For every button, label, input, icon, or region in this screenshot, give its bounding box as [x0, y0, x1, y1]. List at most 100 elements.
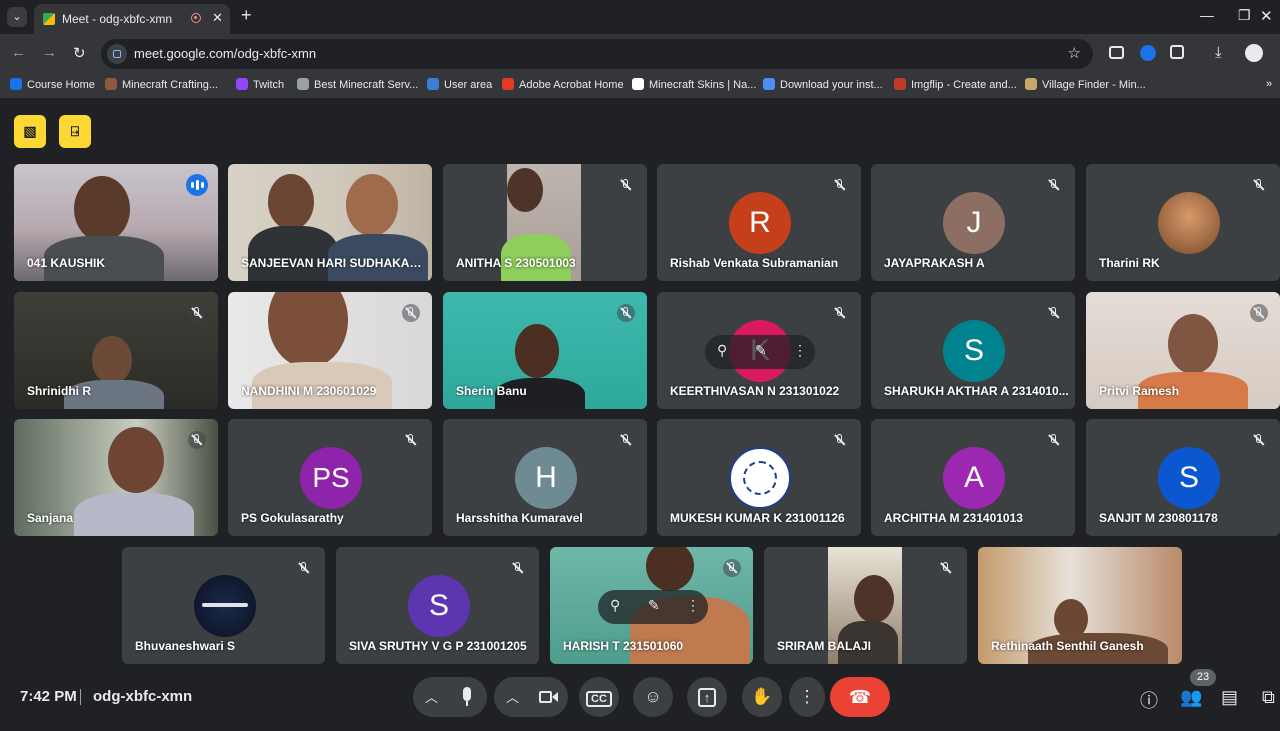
site-info-icon[interactable] [107, 44, 127, 64]
participant-name: Rethinaath Senthil Ganesh [991, 639, 1144, 653]
microphone-button[interactable] [447, 677, 487, 717]
bookmarks-bar: Course Home Minecraft Crafting... Twitch… [0, 74, 1280, 98]
participant-tile[interactable]: 041 KAUSHIK [14, 164, 218, 281]
person-head [346, 174, 398, 236]
participant-tile[interactable]: ANITHA S 230501003 [443, 164, 647, 281]
participant-tile[interactable]: Pritvi Ramesh [1086, 292, 1280, 409]
muted-mic-icon [831, 304, 849, 322]
more-options-icon[interactable]: ⋮ [793, 342, 807, 359]
browser-toolbar: ← → ↻ meet.google.com/odg-xbfc-xmn ☆ ⤓ [0, 34, 1280, 74]
bookmark-item[interactable]: Minecraft Skins | Na... [632, 78, 756, 91]
bookmark-item[interactable]: Adobe Acrobat Home [502, 78, 624, 91]
participant-tile[interactable]: J JAYAPRAKASH A [871, 164, 1075, 281]
microphone-stand [466, 701, 468, 706]
meeting-details-icon[interactable]: ⓘ [1140, 687, 1158, 713]
browser-tab[interactable]: Meet - odg-xbfc-xmn ✕ [34, 4, 230, 34]
video-control-group: ︿ [494, 677, 568, 717]
participant-tile[interactable]: K ⚲ ✎ ⋮ KEERTHIVASAN N 231301022 [657, 292, 861, 409]
participant-name: NANDHINI M 230601029 [241, 384, 377, 398]
tab-strip: ⌄ Meet - odg-xbfc-xmn ✕ + — ❐ ✕ [0, 0, 1280, 34]
participant-tile[interactable]: H Harsshitha Kumaravel [443, 419, 647, 536]
participant-tile[interactable]: Tharini RK [1086, 164, 1280, 281]
more-bookmarks-icon[interactable]: » [1266, 78, 1272, 90]
bookmark-item[interactable]: User area [427, 78, 492, 91]
downloads-icon[interactable]: ⤓ [1215, 44, 1222, 61]
person-head [854, 575, 894, 623]
reload-button[interactable]: ↻ [73, 44, 86, 62]
bookmark-item[interactable]: Best Minecraft Serv... [297, 78, 418, 91]
participant-tile[interactable]: Shrinidhi R [14, 292, 218, 409]
profile-avatar[interactable] [1245, 44, 1263, 62]
reading-mode-icon[interactable] [1109, 46, 1124, 59]
bookmark-item[interactable]: Village Finder - Min... [1025, 78, 1146, 91]
bookmark-item[interactable]: Download your inst... [763, 78, 883, 91]
participant-tile[interactable]: S SANJIT M 230801178 [1086, 419, 1280, 536]
video-options-button[interactable]: ︿ [506, 687, 519, 706]
participant-tile[interactable]: PS PS Gokulasarathy [228, 419, 432, 536]
participant-tile[interactable]: A ARCHITHA M 231401013 [871, 419, 1075, 536]
participant-tile[interactable]: R Rishab Venkata Subramanian [657, 164, 861, 281]
chat-icon[interactable]: ▤ [1221, 687, 1238, 708]
bookmark-item[interactable]: Course Home [10, 78, 95, 91]
muted-mic-icon [617, 304, 635, 322]
bookmark-item[interactable]: Twitch [236, 78, 284, 91]
camera-button[interactable] [528, 677, 568, 717]
more-options-button[interactable]: ⋮ [789, 677, 825, 717]
people-icon[interactable]: 👥 [1180, 687, 1202, 708]
activities-icon[interactable]: ⧉ [1262, 687, 1275, 708]
reactions-button[interactable]: ☺ [633, 677, 673, 717]
more-options-icon[interactable]: ⋮ [686, 597, 700, 614]
participant-logo-emblem [729, 447, 791, 509]
extensions-puzzle-icon[interactable] [1170, 45, 1184, 59]
new-tab-button[interactable]: + [241, 5, 252, 26]
url-text[interactable]: meet.google.com/odg-xbfc-xmn [134, 46, 316, 61]
participant-name: Rishab Venkata Subramanian [670, 256, 839, 270]
companion-mode-icon[interactable]: ⍈ [59, 115, 91, 148]
person-head [268, 174, 314, 230]
pin-icon[interactable]: ⚲ [610, 597, 620, 614]
muted-mic-icon [402, 431, 420, 449]
back-button[interactable]: ← [11, 44, 26, 61]
participant-tile[interactable]: SRIRAM BALAJI [764, 547, 967, 664]
speaking-indicator-icon [186, 174, 208, 196]
mute-participant-icon[interactable]: ✎ [755, 342, 767, 359]
close-window-button[interactable]: ✕ [1260, 7, 1273, 25]
participant-tile[interactable]: S SHARUKH AKTHAR A 2314010... [871, 292, 1075, 409]
address-bar[interactable]: meet.google.com/odg-xbfc-xmn ☆ [101, 39, 1093, 69]
minimize-window-button[interactable]: — [1200, 7, 1214, 23]
participant-tile[interactable]: Sherin Banu [443, 292, 647, 409]
audio-options-button[interactable]: ︿ [425, 687, 438, 706]
raise-hand-button[interactable]: ✋ [742, 677, 782, 717]
muted-mic-icon [1250, 176, 1268, 194]
bookmark-star-icon[interactable]: ☆ [1068, 44, 1081, 62]
tab-search-menu[interactable]: ⌄ [7, 7, 27, 27]
participant-tile[interactable]: Sanjana [14, 419, 218, 536]
participant-profile-photo [194, 575, 256, 637]
muted-mic-icon [402, 304, 420, 322]
participant-tile[interactable]: NANDHINI M 230601029 [228, 292, 432, 409]
bookmark-item[interactable]: Imgflip - Create and... [894, 78, 1017, 91]
present-icon: ↑ [697, 688, 717, 707]
microphone-icon [463, 687, 471, 701]
forward-button[interactable]: → [42, 44, 57, 61]
participant-tile[interactable]: S SIVA SRUTHY V G P 231001205 [336, 547, 539, 664]
audio-control-group: ︿ [413, 677, 487, 717]
hide-self-view-icon[interactable]: ▧ [14, 115, 46, 148]
participant-tile[interactable]: Rethinaath Senthil Ganesh [978, 547, 1182, 664]
present-screen-button[interactable]: ↑ [687, 677, 727, 717]
mute-participant-icon[interactable]: ✎ [648, 597, 660, 614]
participant-tile[interactable]: Bhuvaneshwari S [122, 547, 325, 664]
pin-icon[interactable]: ⚲ [717, 342, 727, 359]
participant-name: PS Gokulasarathy [241, 511, 344, 525]
captions-button[interactable]: CC [579, 677, 619, 717]
extension-icon[interactable] [1140, 45, 1156, 61]
muted-mic-icon [1250, 304, 1268, 322]
participant-tile[interactable]: ⚲ ✎ ⋮ HARISH T 231501060 [550, 547, 753, 664]
person-head [268, 292, 348, 368]
bookmark-item[interactable]: Minecraft Crafting... [105, 78, 218, 91]
participant-tile[interactable]: SANJEEVAN HARI SUDHAKAR... [228, 164, 432, 281]
participant-tile[interactable]: MUKESH KUMAR K 231001126 [657, 419, 861, 536]
leave-call-button[interactable]: ☎ [830, 677, 890, 717]
restore-window-button[interactable]: ❐ [1238, 7, 1251, 24]
close-tab-icon[interactable]: ✕ [212, 10, 223, 26]
